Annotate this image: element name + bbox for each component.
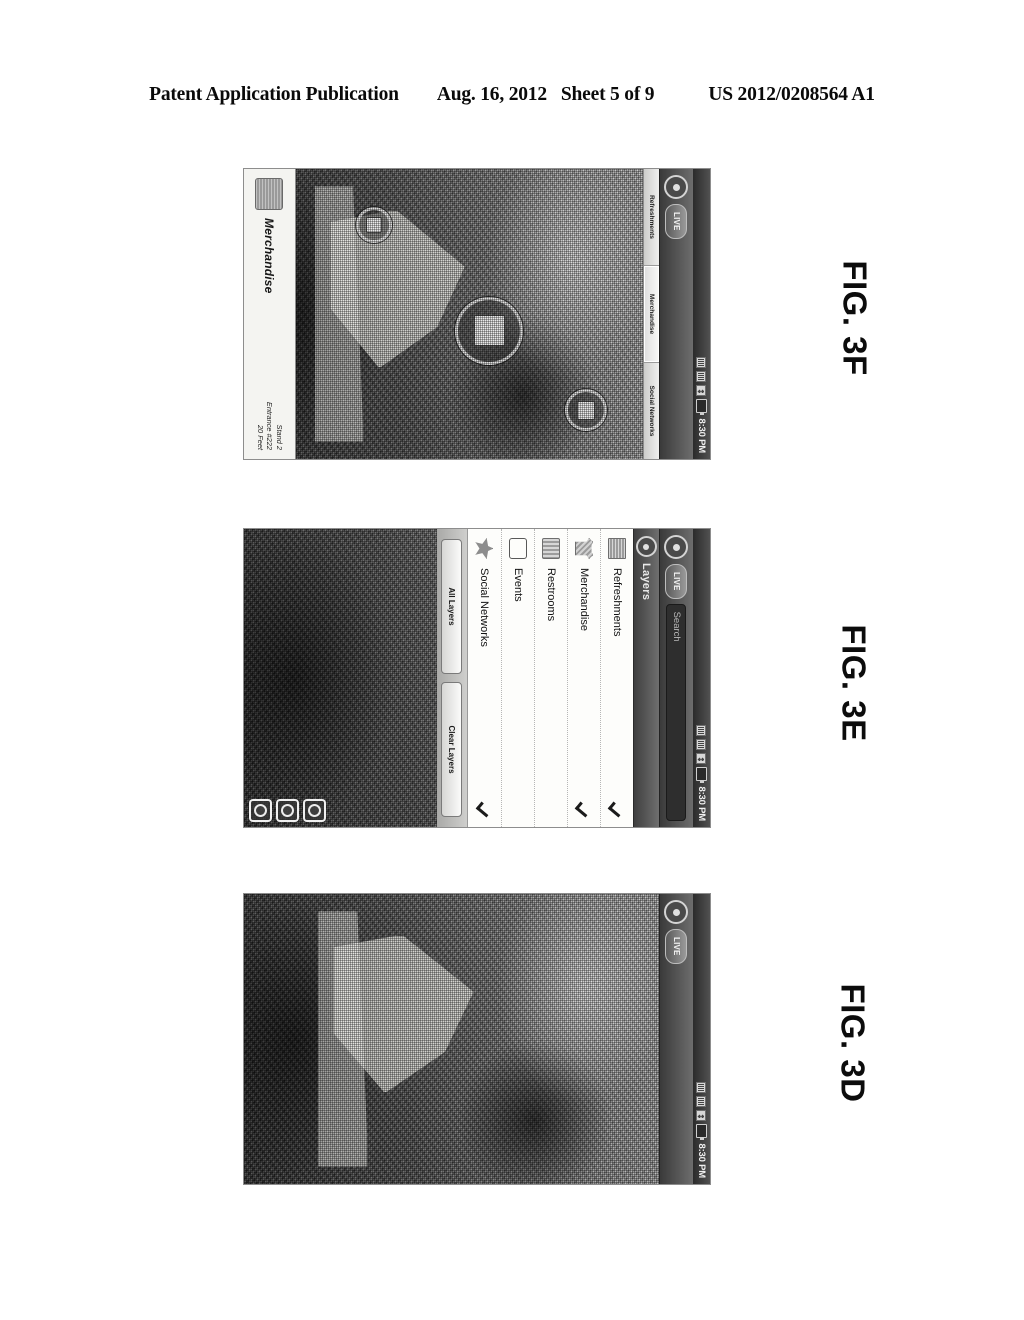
poi-info-line-stand: Stand 2 [275,424,285,450]
status-icons [696,725,707,782]
map-aerial-photo [244,894,659,1184]
signal-bars-icon [696,739,707,751]
figure-label-3d: FIG. 3D [834,983,872,1103]
restrooms-icon [542,538,560,559]
checkmark-icon-refreshments[interactable] [610,803,625,818]
status-bar-time: 8:30 PM [696,418,707,453]
layers-icon[interactable] [636,536,657,557]
clear-layers-button[interactable]: Clear Layers [441,682,463,817]
layer-row-refreshments[interactable]: Refreshments [600,529,633,827]
bluetooth-icon [696,385,707,397]
layers-panel: Layers Refreshments Merchandise Restroom… [244,529,659,827]
map-view-3f[interactable]: Merchandise Stand 2 Entrance #222 20 Fee… [244,169,643,459]
nav-bar-3f: LIVE [659,169,693,459]
status-bar-time: 8:30 PM [696,786,707,821]
layer-row-restrooms[interactable]: Restrooms [534,529,567,827]
poi-info-line-distance: 20 Feet [255,424,265,450]
phone-screen-3f: 8:30 PM LIVE Refreshments Merchandise So… [244,169,710,459]
events-icon [509,538,527,559]
poi-info-line-entrance: Entrance #222 [265,401,275,450]
compass-icon[interactable] [664,175,689,199]
layer-label-merchandise: Merchandise [578,568,590,631]
publication-date: Aug. 16, 2012 [436,84,547,105]
tab-social-networks[interactable]: Social Networks [644,363,659,459]
network-icon [696,1082,707,1094]
poi-merchandise-main[interactable] [455,296,524,365]
checkmark-icon-merchandise[interactable] [577,803,592,818]
patent-number: US 2012/0208564 A1 [708,84,875,105]
all-layers-button[interactable]: All Layers [441,539,463,674]
layer-label-events: Events [512,568,524,602]
merchandise-icon [255,178,284,210]
map-pin-icon [365,216,382,233]
phone-screen-3d: 8:30 PM LIVE [244,894,710,1184]
checkmark-icon-restrooms[interactable] [544,803,559,818]
compass-icon[interactable] [664,900,689,924]
checkmark-icon-events[interactable] [511,803,526,818]
device-frame-3e: 8:30 PM LIVE Search Layers Refreshments … [243,528,711,828]
signal-bars-icon [696,1096,707,1108]
battery-icon [696,1124,707,1139]
layer-label-restrooms: Restrooms [545,568,557,622]
live-badge-3e[interactable]: LIVE [665,564,688,599]
signal-bars-icon [696,371,707,383]
device-frame-3f: 8:30 PM LIVE Refreshments Merchandise So… [243,168,711,460]
sheet-number: Sheet 5 of 9 [560,84,655,105]
nav-bar-3d: LIVE [659,894,693,1184]
layer-row-social-networks[interactable]: Social Networks [468,529,501,827]
social-networks-icon [476,538,494,559]
tab-refreshments[interactable]: Refreshments [644,169,659,266]
map-pin-icon [576,401,596,420]
network-icon [696,357,707,369]
poi-info-details: Stand 2 Entrance #222 20 Feet [255,402,285,450]
layer-row-events[interactable]: Events [501,529,534,827]
compass-icon[interactable] [664,535,689,559]
figure-3d: 8:30 PM LIVE FIG. 3D [0,893,1024,1193]
layer-row-merchandise[interactable]: Merchandise [567,529,600,827]
status-bar-time: 8:30 PM [696,1143,707,1178]
publication-label: Patent Application Publication [149,84,399,105]
status-icons [696,357,707,414]
layers-panel-title: Layers [640,563,653,601]
network-icon [696,725,707,737]
device-frame-3d: 8:30 PM LIVE [243,893,711,1185]
nav-bar-3e: LIVE Search [659,529,693,827]
poi-info-card[interactable]: Merchandise Stand 2 Entrance #222 20 Fee… [244,169,296,459]
status-bar: 8:30 PM [693,169,710,459]
layers-panel-header: Layers [633,529,659,827]
status-bar: 8:30 PM [693,894,710,1184]
tab-merchandise[interactable]: Merchandise [644,266,659,363]
status-bar: 8:30 PM [693,529,710,827]
poi-info-title: Merchandise [262,218,277,294]
search-input[interactable]: Search [666,603,687,821]
layers-list: Refreshments Merchandise Restrooms Event… [467,529,633,827]
layer-label-social-networks: Social Networks [478,568,491,647]
checkmark-icon-social-networks[interactable] [477,803,492,818]
map-view-3e[interactable]: Layers Refreshments Merchandise Restroom… [244,529,659,827]
refreshments-icon [608,538,626,559]
bluetooth-icon [696,1110,707,1122]
live-badge-3d[interactable]: LIVE [665,929,688,964]
figure-3f: 8:30 PM LIVE Refreshments Merchandise So… [0,168,1024,468]
poi-merchandise-south[interactable] [355,206,392,243]
merchandise-icon [575,538,593,559]
map-view-3d[interactable] [244,894,659,1184]
figure-label-3f: FIG. 3F [836,260,874,376]
status-icons [696,1082,707,1139]
figure-3e: 8:30 PM LIVE Search Layers Refreshments … [0,528,1024,838]
map-pin-icon [474,315,505,346]
tab-strip-3f: Refreshments Merchandise Social Networks [643,169,659,459]
bluetooth-icon [696,753,707,765]
layers-action-bar: All Layers Clear Layers [437,529,467,827]
battery-icon [696,399,707,414]
page-header: Patent Application Publication Aug. 16, 2… [0,84,1024,106]
phone-screen-3e: 8:30 PM LIVE Search Layers Refreshments … [244,529,710,827]
battery-icon [696,767,707,782]
figure-label-3e: FIG. 3E [835,624,873,742]
live-badge-3f[interactable]: LIVE [665,204,688,239]
layer-label-refreshments: Refreshments [611,568,623,637]
